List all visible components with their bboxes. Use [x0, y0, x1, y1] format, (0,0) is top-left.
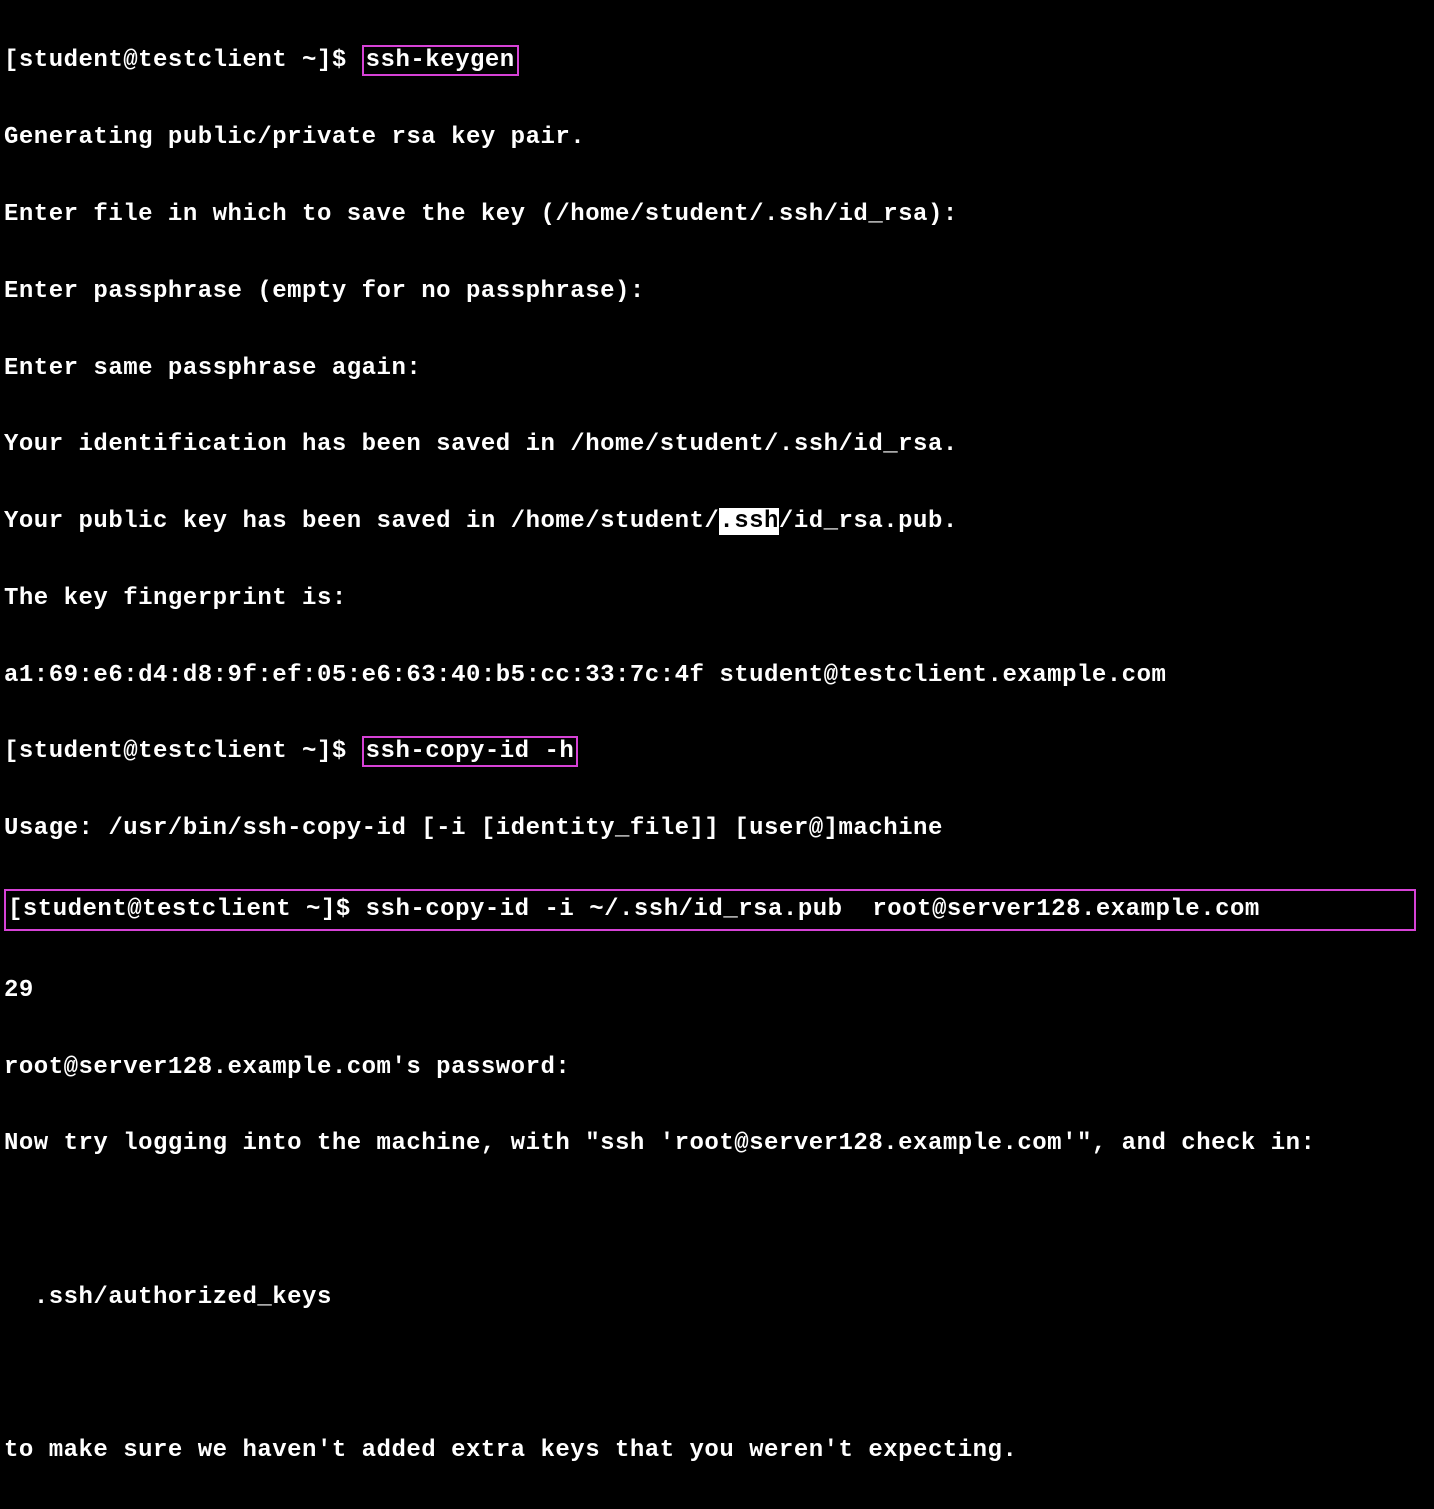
highlight-ssh-keygen: ssh-keygen: [362, 45, 519, 76]
output-text: Your public key has been saved in /home/…: [4, 508, 719, 535]
terminal[interactable]: [student@testclient ~]$ ssh-keygen Gener…: [4, 4, 1430, 1509]
blank-line: [4, 1356, 1430, 1394]
output-line: Enter file in which to save the key (/ho…: [4, 196, 1430, 234]
shell-prompt: [student@testclient ~]$: [4, 47, 362, 74]
output-line: Your public key has been saved in /home/…: [4, 503, 1430, 541]
shell-prompt: [student@testclient ~]$: [4, 738, 362, 765]
output-line: Usage: /usr/bin/ssh-copy-id [-i [identit…: [4, 810, 1430, 848]
prompt-line-1: [student@testclient ~]$ ssh-keygen: [4, 42, 1430, 80]
prompt-line-2: [student@testclient ~]$ ssh-copy-id -h: [4, 733, 1430, 771]
highlight-ssh-copy-id-h: ssh-copy-id -h: [362, 736, 579, 767]
output-line: 29: [4, 972, 1430, 1010]
output-line: .ssh/authorized_keys: [4, 1279, 1430, 1317]
output-line: Now try logging into the machine, with "…: [4, 1125, 1430, 1163]
output-line: a1:69:e6:d4:d8:9f:ef:05:e6:63:40:b5:cc:3…: [4, 657, 1430, 695]
highlight-ssh-copy-id-full: [student@testclient ~]$ ssh-copy-id -i ~…: [4, 889, 1416, 931]
output-line: Your identification has been saved in /h…: [4, 426, 1430, 464]
output-text: /id_rsa.pub.: [779, 508, 958, 535]
output-line: root@server128.example.com's password:: [4, 1049, 1430, 1087]
output-line: Generating public/private rsa key pair.: [4, 119, 1430, 157]
output-line: Enter passphrase (empty for no passphras…: [4, 273, 1430, 311]
output-line: to make sure we haven't added extra keys…: [4, 1432, 1430, 1470]
blank-line: [4, 1202, 1430, 1240]
highlighted-text: .ssh: [719, 508, 779, 535]
output-line: Enter same passphrase again:: [4, 350, 1430, 388]
command-text: ssh-copy-id -i ~/.ssh/id_rsa.pub root@se…: [366, 896, 1260, 923]
shell-prompt: [student@testclient ~]$: [8, 896, 366, 923]
output-line: The key fingerprint is:: [4, 580, 1430, 618]
